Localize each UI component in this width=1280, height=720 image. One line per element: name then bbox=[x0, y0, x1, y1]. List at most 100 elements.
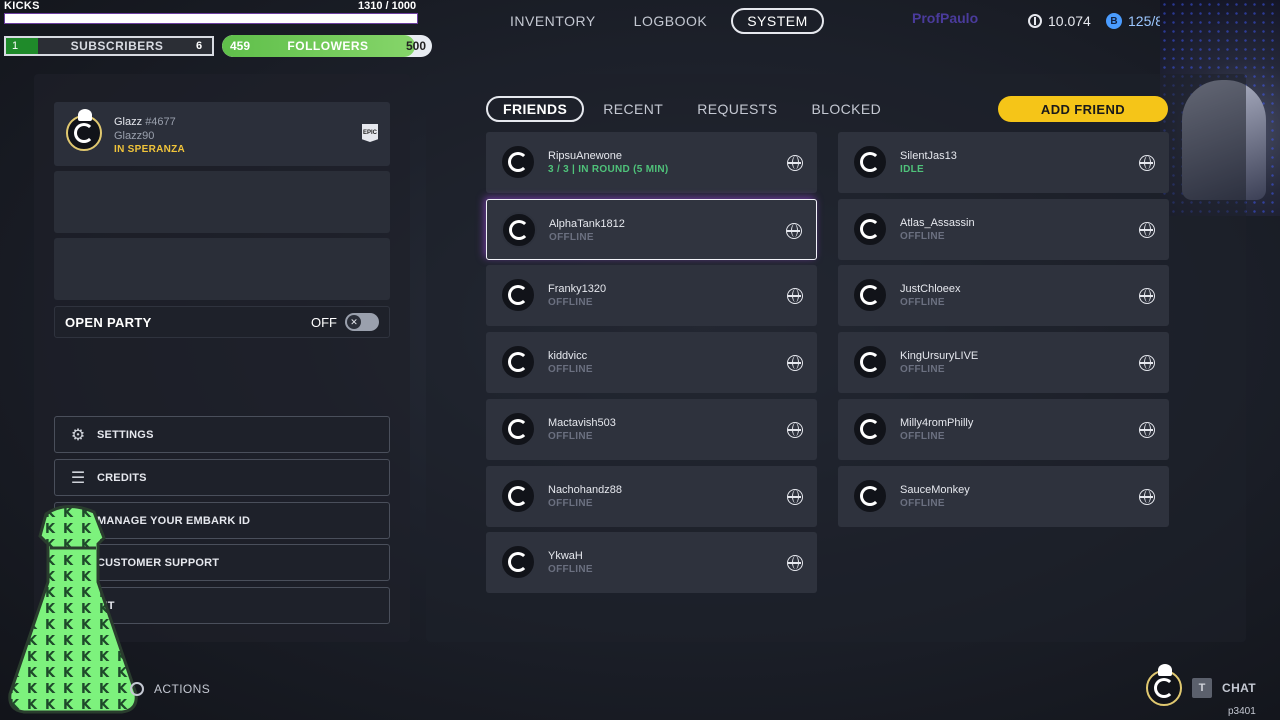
open-party-row[interactable]: OPEN PARTY OFF ✕ bbox=[54, 306, 390, 338]
open-party-state: OFF bbox=[311, 314, 337, 330]
logo-icon bbox=[860, 486, 880, 506]
gear-icon: ⚙ bbox=[70, 426, 86, 444]
friend-card[interactable]: Milly4romPhilly OFFLINE bbox=[838, 399, 1169, 460]
chat-key: T bbox=[1192, 678, 1212, 698]
globe-icon[interactable] bbox=[786, 223, 802, 239]
friend-status: OFFLINE bbox=[900, 297, 945, 308]
friend-status: OFFLINE bbox=[900, 364, 945, 375]
globe-icon[interactable] bbox=[1139, 222, 1155, 238]
credits-button[interactable]: ☰ CREDITS bbox=[54, 459, 390, 496]
friend-status: 3 / 3 | IN ROUND (5 MIN) bbox=[548, 164, 669, 175]
friend-status: OFFLINE bbox=[548, 564, 593, 575]
friend-card[interactable]: YkwaH OFFLINE bbox=[486, 532, 817, 593]
avatar bbox=[852, 277, 888, 313]
friend-name: Franky1320 bbox=[548, 283, 607, 295]
globe-icon[interactable] bbox=[787, 155, 803, 171]
actions-label: ACTIONS bbox=[154, 682, 211, 696]
globe-icon[interactable] bbox=[1139, 489, 1155, 505]
globe-icon[interactable] bbox=[1139, 355, 1155, 371]
subscribers-current: 1 bbox=[6, 38, 38, 54]
followers-current: 459 bbox=[230, 39, 251, 53]
friend-name: JustChloeex bbox=[900, 283, 961, 295]
subscribers-goal-bar: 1 SUBSCRIBERS 6 bbox=[4, 36, 214, 56]
globe-icon[interactable] bbox=[787, 288, 803, 304]
friend-status: OFFLINE bbox=[900, 231, 945, 242]
friend-name: RipsuAnewone bbox=[548, 150, 622, 162]
friend-card[interactable]: RipsuAnewone 3 / 3 | IN ROUND (5 MIN) bbox=[486, 132, 817, 193]
epic-games-icon: EPIC bbox=[362, 124, 378, 142]
friend-card[interactable]: SauceMonkey OFFLINE bbox=[838, 466, 1169, 527]
friend-status: OFFLINE bbox=[900, 431, 945, 442]
avatar bbox=[852, 478, 888, 514]
followers-goal-bar: 459 FOLLOWERS 500 bbox=[222, 35, 432, 57]
logo-icon bbox=[508, 152, 528, 172]
avatar bbox=[852, 211, 888, 247]
tab-inventory[interactable]: INVENTORY bbox=[496, 8, 610, 34]
battlepass-icon: B bbox=[1106, 13, 1122, 29]
globe-icon[interactable] bbox=[1139, 422, 1155, 438]
logo-icon bbox=[74, 123, 94, 143]
tab-blocked[interactable]: BLOCKED bbox=[796, 96, 896, 122]
avatar bbox=[500, 277, 536, 313]
friend-card[interactable]: Nachohandz88 OFFLINE bbox=[486, 466, 817, 527]
globe-icon[interactable] bbox=[1139, 288, 1155, 304]
top-nav: INVENTORY LOGBOOK SYSTEM bbox=[496, 8, 824, 34]
friend-status: OFFLINE bbox=[548, 431, 593, 442]
actions-hint: ACTIONS bbox=[130, 682, 210, 696]
globe-icon[interactable] bbox=[787, 489, 803, 505]
profile-name: Glazz #4677 bbox=[114, 116, 176, 128]
avatar bbox=[852, 144, 888, 180]
settings-button[interactable]: ⚙ SETTINGS bbox=[54, 416, 390, 453]
friend-card[interactable]: Atlas_Assassin OFFLINE bbox=[838, 199, 1169, 260]
friend-status: OFFLINE bbox=[548, 297, 593, 308]
party-slot-empty[interactable] bbox=[54, 171, 390, 233]
avatar bbox=[500, 411, 536, 447]
tab-friends[interactable]: FRIENDS bbox=[486, 96, 585, 122]
friend-card[interactable]: Mactavish503 OFFLINE bbox=[486, 399, 817, 460]
friend-name: AlphaTank1812 bbox=[549, 218, 625, 230]
party-slot-empty[interactable] bbox=[54, 238, 390, 300]
settings-label: SETTINGS bbox=[97, 428, 154, 441]
friend-name: SilentJas13 bbox=[900, 150, 957, 162]
kicks-label: KICKS bbox=[4, 0, 40, 12]
tab-system[interactable]: SYSTEM bbox=[731, 8, 824, 34]
currency-battlepass: B 125/8 bbox=[1106, 13, 1163, 29]
close-icon: ✕ bbox=[347, 315, 361, 329]
globe-icon[interactable] bbox=[787, 555, 803, 571]
globe-icon[interactable] bbox=[787, 422, 803, 438]
friend-card[interactable]: SilentJas13 IDLE bbox=[838, 132, 1169, 193]
profile-location: IN SPERANZA bbox=[114, 144, 186, 155]
profile-card[interactable]: Glazz #4677 Glazz90 IN SPERANZA EPIC bbox=[54, 102, 390, 166]
chat-label: CHAT bbox=[1222, 681, 1257, 695]
avatar bbox=[852, 411, 888, 447]
chat-hint[interactable]: T CHAT bbox=[1146, 664, 1257, 706]
globe-icon[interactable] bbox=[1139, 155, 1155, 171]
kicks-count: 1310 / 1000 bbox=[358, 0, 417, 12]
friend-card[interactable]: JustChloeex OFFLINE bbox=[838, 265, 1169, 326]
avatar bbox=[66, 109, 102, 151]
tab-requests[interactable]: REQUESTS bbox=[682, 96, 792, 122]
coin-amount: 10.074 bbox=[1048, 13, 1091, 29]
friend-status: OFFLINE bbox=[549, 232, 594, 243]
friend-card[interactable]: kiddvicc OFFLINE bbox=[486, 332, 817, 393]
crown-icon bbox=[78, 109, 92, 121]
tab-logbook[interactable]: LOGBOOK bbox=[620, 8, 722, 34]
logo-icon bbox=[860, 352, 880, 372]
logo-icon bbox=[508, 552, 528, 572]
credits-icon: ☰ bbox=[70, 469, 86, 487]
friend-status: OFFLINE bbox=[548, 364, 593, 375]
logo-icon bbox=[1154, 678, 1174, 698]
add-friend-button[interactable]: ADD FRIEND bbox=[998, 96, 1168, 122]
logo-icon bbox=[860, 152, 880, 172]
open-party-toggle[interactable]: ✕ bbox=[345, 313, 379, 331]
tab-recent[interactable]: RECENT bbox=[588, 96, 678, 122]
friend-card[interactable]: AlphaTank1812 OFFLINE bbox=[486, 199, 817, 260]
followers-label: FOLLOWERS bbox=[287, 39, 369, 53]
friend-card[interactable]: Franky1320 OFFLINE bbox=[486, 265, 817, 326]
flask-overlay-icon: K bbox=[8, 505, 138, 714]
friend-card[interactable]: KingUrsuryLIVE OFFLINE bbox=[838, 332, 1169, 393]
friend-name: Nachohandz88 bbox=[548, 484, 623, 496]
streamer-tag: ProfPaulo bbox=[912, 10, 979, 26]
kicks-progress-fill bbox=[5, 14, 417, 23]
globe-icon[interactable] bbox=[787, 355, 803, 371]
